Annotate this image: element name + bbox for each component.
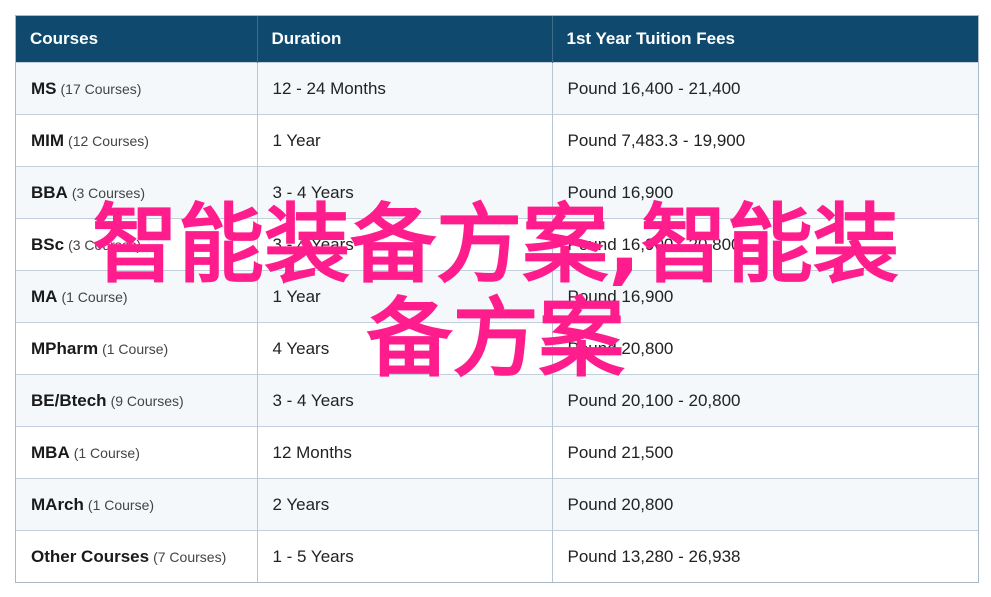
tuition-table: Courses Duration 1st Year Tuition Fees M… <box>16 16 978 582</box>
course-cell: MIM (12 Courses) <box>16 114 258 167</box>
course-name[interactable]: BE/Btech <box>31 391 107 410</box>
fees-cell: Pound 7,483.3 - 19,900 <box>552 114 978 167</box>
course-count: (3 Courses) <box>68 236 142 253</box>
duration-cell: 1 - 5 Years <box>257 530 553 582</box>
fees-cell: Pound 13,280 - 26,938 <box>552 530 978 582</box>
course-cell: BE/Btech (9 Courses) <box>16 374 258 427</box>
table-row: BBA (3 Courses) 3 - 4 Years Pound 16,900 <box>16 166 978 219</box>
duration-cell: 1 Year <box>257 270 553 323</box>
header-duration: Duration <box>257 16 553 63</box>
course-name[interactable]: MPharm <box>31 339 98 358</box>
course-name[interactable]: BSc <box>31 235 64 254</box>
course-name[interactable]: MIM <box>31 131 64 150</box>
course-name[interactable]: MA <box>31 287 57 306</box>
course-cell: MArch (1 Course) <box>16 478 258 531</box>
course-cell: Other Courses (7 Courses) <box>16 530 258 582</box>
course-name[interactable]: MS <box>31 79 57 98</box>
course-cell: MA (1 Course) <box>16 270 258 323</box>
fees-cell: Pound 20,800 <box>552 478 978 531</box>
table-row: BE/Btech (9 Courses) 3 - 4 Years Pound 20… <box>16 374 978 427</box>
duration-cell: 12 Months <box>257 426 553 479</box>
fees-cell: Pound 20,800 <box>552 322 978 375</box>
course-count: (12 Courses) <box>68 132 149 149</box>
course-cell: BBA (3 Courses) <box>16 166 258 219</box>
fees-cell: Pound 20,100 - 20,800 <box>552 374 978 427</box>
header-tuition-fees: 1st Year Tuition Fees <box>552 16 978 63</box>
fees-cell: Pound 21,500 <box>552 426 978 479</box>
duration-cell: 3 - 4 Years <box>257 218 553 271</box>
table-row: MPharm (1 Course) 4 Years Pound 20,800 <box>16 322 978 375</box>
fees-cell: Pound 16,900 - 20,800 <box>552 218 978 271</box>
course-cell: MBA (1 Course) <box>16 426 258 479</box>
course-count: (1 Course) <box>102 340 169 357</box>
course-cell: BSc (3 Courses) <box>16 218 258 271</box>
table-row: MBA (1 Course) 12 Months Pound 21,500 <box>16 426 978 479</box>
duration-cell: 1 Year <box>257 114 553 167</box>
header-courses: Courses <box>16 16 258 63</box>
table-row: BSc (3 Courses) 3 - 4 Years Pound 16,900 … <box>16 218 978 271</box>
course-name[interactable]: MBA <box>31 443 70 462</box>
course-name[interactable]: MArch <box>31 495 84 514</box>
course-count: (3 Courses) <box>71 184 145 201</box>
fees-cell: Pound 16,900 <box>552 166 978 219</box>
tuition-table-container: Courses Duration 1st Year Tuition Fees M… <box>15 15 979 583</box>
table-header-row: Courses Duration 1st Year Tuition Fees <box>16 16 978 63</box>
duration-cell: 4 Years <box>257 322 553 375</box>
fees-cell: Pound 16,900 <box>552 270 978 323</box>
course-count: (1 Course) <box>61 288 128 305</box>
table-row: MArch (1 Course) 2 Years Pound 20,800 <box>16 478 978 531</box>
fees-cell: Pound 16,400 - 21,400 <box>552 62 978 115</box>
course-name[interactable]: BBA <box>31 183 68 202</box>
table-row: Other Courses (7 Courses) 1 - 5 Years Pou… <box>16 530 978 582</box>
course-count: (1 Course) <box>87 496 155 513</box>
course-count: (9 Courses) <box>110 392 184 409</box>
course-cell: MPharm (1 Course) <box>16 322 258 375</box>
table-row: MS (17 Courses) 12 - 24 Months Pound 16,4… <box>16 62 978 115</box>
table-row: MA (1 Course) 1 Year Pound 16,900 <box>16 270 978 323</box>
course-count: (7 Courses) <box>153 548 227 565</box>
table-row: MIM (12 Courses) 1 Year Pound 7,483.3 - 1… <box>16 114 978 167</box>
course-count: (1 Course) <box>73 444 140 461</box>
course-cell: MS (17 Courses) <box>16 62 258 115</box>
course-count: (17 Courses) <box>60 80 142 97</box>
duration-cell: 12 - 24 Months <box>257 62 553 115</box>
duration-cell: 3 - 4 Years <box>257 374 553 427</box>
duration-cell: 2 Years <box>257 478 553 531</box>
duration-cell: 3 - 4 Years <box>257 166 553 219</box>
course-name[interactable]: Other Courses <box>31 547 149 566</box>
